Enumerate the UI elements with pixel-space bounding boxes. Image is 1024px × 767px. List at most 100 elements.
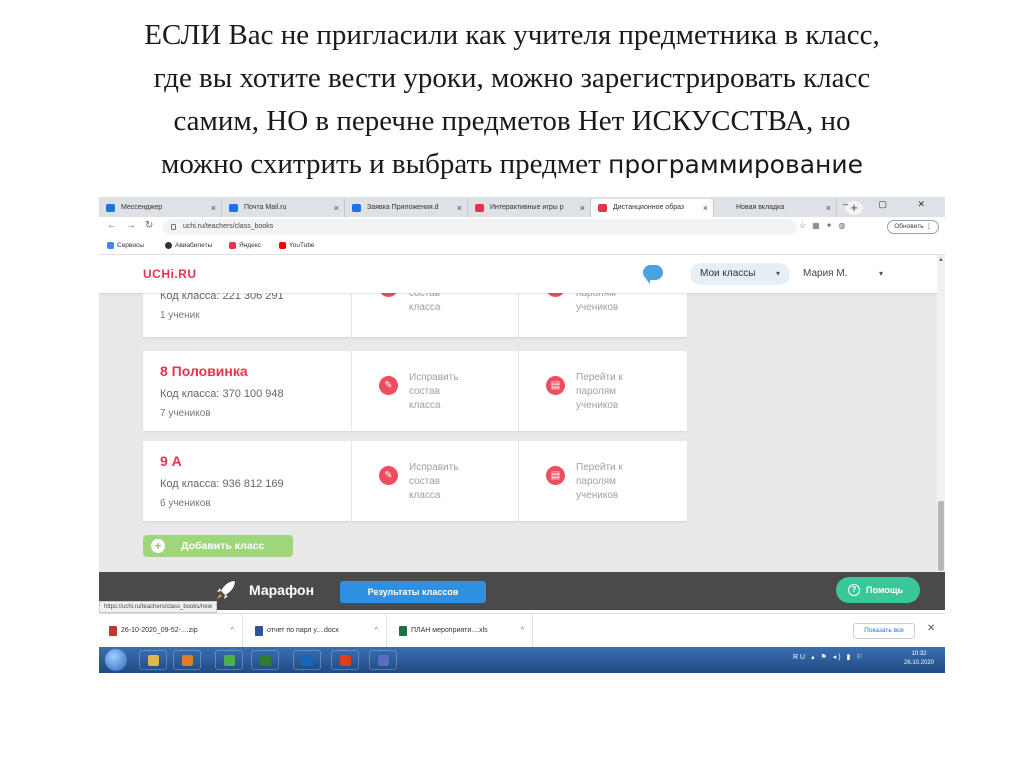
chevron-up-icon[interactable]: ^ bbox=[521, 614, 524, 648]
close-icon[interactable]: × bbox=[580, 199, 585, 217]
yandex-icon bbox=[229, 241, 236, 249]
windows-taskbar: RU ▴ ⚑ ◂) ▮ ⚐ 10:32 26.10.2020 bbox=[99, 647, 945, 673]
word-icon[interactable] bbox=[293, 650, 321, 670]
class-code: Код класса: 370 100 948 bbox=[160, 388, 284, 400]
printer-icon: ▤ bbox=[546, 466, 565, 485]
tab-distance[interactable]: Дистанционное образ × bbox=[591, 199, 714, 217]
address-bar: ←→↻ uchi.ru/teachers/class_books ☆▦✦◍ Об… bbox=[99, 217, 945, 237]
passwords-action[interactable]: ▤ Перейти кпаролямучеников bbox=[520, 441, 687, 521]
tab-games[interactable]: Интерактивные игры р × bbox=[468, 199, 591, 217]
class-name[interactable]: 8 Половинка bbox=[160, 363, 248, 379]
title-line-3: самим, НО в перечне предметов Нет ИСКУСС… bbox=[173, 105, 851, 137]
excel-icon[interactable] bbox=[251, 650, 279, 670]
update-button[interactable]: Обновить ⋮ bbox=[887, 220, 939, 234]
bookmark-yandex[interactable]: Яндекс bbox=[229, 237, 261, 255]
scroll-up-icon[interactable]: ▲ bbox=[938, 257, 944, 263]
clock[interactable]: 10:32 26.10.2020 bbox=[899, 650, 939, 668]
mail-favicon-icon bbox=[229, 204, 238, 212]
class-info: 8 Половинка Код класса: 370 100 948 7 уч… bbox=[143, 351, 352, 431]
close-icon[interactable]: × bbox=[334, 199, 339, 217]
title-line-1: ЕСЛИ Вас не пригласили как учителя предм… bbox=[144, 19, 880, 51]
pencil-icon: ✎ bbox=[379, 466, 398, 485]
bookmark-label: Авиабилеты bbox=[175, 242, 213, 249]
window-controls[interactable]: – ▢ ✕ bbox=[843, 199, 939, 210]
start-button[interactable] bbox=[105, 649, 127, 671]
download-name: ПЛАН мероприяти....xls bbox=[411, 627, 488, 634]
student-count: 1 ученик bbox=[160, 310, 200, 321]
my-classes-dropdown[interactable]: Мои классы ▾ bbox=[690, 263, 790, 285]
system-tray[interactable]: RU ▴ ⚑ ◂) ▮ ⚐ bbox=[793, 653, 865, 661]
add-class-button[interactable]: + Добавить класс bbox=[143, 535, 293, 557]
bookmark-services[interactable]: Сервисы bbox=[107, 237, 144, 255]
show-all-button[interactable]: Показать все bbox=[853, 623, 915, 639]
powerpoint-icon[interactable] bbox=[331, 650, 359, 670]
class-results-button[interactable]: Результаты классов bbox=[340, 581, 486, 603]
download-item[interactable]: ПЛАН мероприяти....xls ^ bbox=[397, 614, 533, 648]
tab-application[interactable]: Заявка Приложения.d × bbox=[345, 199, 468, 217]
url-field[interactable]: uchi.ru/teachers/class_books bbox=[163, 219, 797, 235]
clock-time: 10:32 bbox=[911, 651, 927, 657]
title-line-4-text: можно схитрить и выбрать предмет bbox=[160, 148, 609, 180]
bookmark-avia[interactable]: Авиабилеты bbox=[165, 237, 212, 255]
class-card: 9 А Код класса: 936 812 169 6 учеников ✎… bbox=[143, 441, 687, 521]
explorer-icon[interactable] bbox=[139, 650, 167, 670]
user-name: Мария М. bbox=[803, 268, 848, 279]
close-icon[interactable]: × bbox=[211, 199, 216, 217]
marathon-title: Марафон bbox=[249, 582, 315, 598]
close-icon[interactable]: × bbox=[457, 199, 462, 217]
help-button[interactable]: ? Помощь bbox=[836, 577, 920, 603]
bookmark-youtube[interactable]: YouTube bbox=[279, 237, 315, 255]
scroll-thumb[interactable] bbox=[938, 501, 944, 571]
toolbar-icons[interactable]: ☆▦✦◍ bbox=[799, 221, 851, 230]
download-item[interactable]: отчет по парл у....docx ^ bbox=[253, 614, 387, 648]
question-icon: ? bbox=[848, 584, 860, 596]
user-menu[interactable]: Мария М. ▾ bbox=[803, 263, 883, 285]
edit-class-action[interactable]: ✎ Исправитьсоставкласса bbox=[353, 351, 519, 431]
plane-icon bbox=[165, 241, 172, 249]
clock-date: 26.10.2020 bbox=[903, 660, 935, 666]
messenger-favicon-icon bbox=[106, 204, 115, 212]
passwords-action[interactable]: ▤ Перейти кпаролямучеников bbox=[520, 351, 687, 431]
bookmark-label: YouTube bbox=[289, 242, 315, 249]
close-icon[interactable]: × bbox=[826, 199, 831, 217]
close-icon[interactable]: ✕ bbox=[927, 623, 935, 634]
class-name[interactable]: 9 А bbox=[160, 453, 182, 469]
bookmark-label: Яндекс bbox=[239, 242, 261, 249]
site-logo[interactable]: UCHi.RU bbox=[143, 267, 197, 281]
download-name: отчет по парл у....docx bbox=[267, 627, 339, 634]
download-name: 26-10-2020_09-52-....zip bbox=[121, 627, 198, 634]
youtube-icon bbox=[279, 241, 286, 249]
passwords-label: Перейти кпаролямучеников bbox=[576, 462, 623, 501]
tab-label: Заявка Приложения.d bbox=[367, 204, 439, 211]
close-icon[interactable]: × bbox=[703, 199, 708, 217]
chrome-icon[interactable] bbox=[215, 650, 243, 670]
edit-class-action[interactable]: ✎ Исправитьсоставкласса bbox=[353, 441, 519, 521]
network-app-icon[interactable] bbox=[369, 650, 397, 670]
tab-mail[interactable]: Почта Mail.ru × bbox=[222, 199, 345, 217]
media-player-icon[interactable] bbox=[173, 650, 201, 670]
bookmarks-bar: Сервисы Авиабилеты Яндекс YouTube bbox=[99, 237, 945, 255]
student-count: 7 учеников bbox=[160, 408, 211, 419]
edit-class-label: Исправитьсоставкласса bbox=[409, 462, 459, 501]
pencil-icon: ✎ bbox=[379, 376, 398, 395]
tab-label: Мессенджер bbox=[121, 204, 163, 211]
download-item[interactable]: 26-10-2020_09-52-....zip ^ bbox=[107, 614, 243, 648]
page-scrollbar[interactable]: ▲ bbox=[937, 255, 945, 572]
url-text: uchi.ru/teachers/class_books bbox=[183, 223, 274, 230]
chat-icon[interactable] bbox=[643, 265, 663, 284]
apps-icon bbox=[107, 241, 114, 249]
tab-new[interactable]: Новая вкладка × bbox=[714, 199, 837, 217]
site-header: UCHi.RU Мои классы ▾ Мария М. ▾ bbox=[99, 255, 937, 293]
title-line-2: где вы хотите вести уроки, можно зарегис… bbox=[153, 62, 871, 94]
tab-bar: Мессенджер × Почта Mail.ru × Заявка Прилож… bbox=[99, 197, 945, 217]
student-count: 6 учеников bbox=[160, 498, 211, 509]
language-indicator[interactable]: RU bbox=[793, 654, 807, 661]
tab-messenger[interactable]: Мессенджер × bbox=[99, 199, 222, 217]
nav-buttons[interactable]: ←→↻ bbox=[107, 220, 162, 231]
uchi-favicon-icon bbox=[598, 204, 607, 212]
chevron-up-icon[interactable]: ^ bbox=[375, 614, 378, 648]
uchi-favicon-icon bbox=[475, 204, 484, 212]
chevron-up-icon[interactable]: ^ bbox=[231, 614, 234, 648]
title-line-4: можно схитрить и выбрать предмет програм… bbox=[40, 143, 984, 186]
marathon-bar: Марафон Результаты классов ? Помощь bbox=[99, 572, 945, 610]
